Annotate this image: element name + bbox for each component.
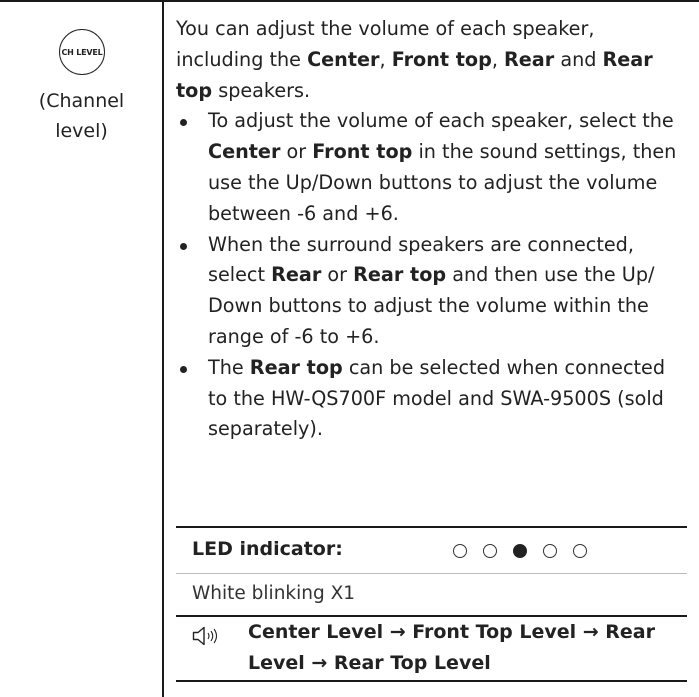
led-status-text: White blinking X1 <box>192 583 356 604</box>
bullet-list: To adjust the volume of each speaker, se… <box>176 106 686 445</box>
bullet-item: The Rear top can be selected when connec… <box>176 353 686 445</box>
bullet-bold: Front top <box>312 140 413 164</box>
bullet-bold: Center <box>208 140 281 164</box>
bullet-bold: Rear <box>271 263 322 287</box>
ch-level-button-icon: CH LEVEL <box>59 29 105 75</box>
bullet-dot-icon <box>180 242 187 250</box>
bullet-item: To adjust the volume of each speaker, se… <box>176 106 686 229</box>
led-sequence-row: Center Level → Front Top Level → Rear Le… <box>176 615 687 681</box>
function-column: CH LEVEL (Channel level) <box>0 0 163 697</box>
led-dot-icon <box>543 544 557 558</box>
bullet-text: The <box>208 355 250 379</box>
bullet-item: When the surround speakers are connected… <box>176 230 686 353</box>
function-caption: (Channel level) <box>0 86 163 146</box>
led-dot-icon <box>483 544 497 558</box>
led-dot-icon <box>453 544 467 558</box>
bullet-bold: Rear top <box>249 355 343 379</box>
bullet-dot-icon <box>180 365 187 373</box>
led-box-bottom-rule <box>176 680 687 682</box>
intro-text: , <box>379 47 392 71</box>
description: You can adjust the volume of each speake… <box>176 14 686 445</box>
led-indicator-row: LED indicator: <box>176 526 687 576</box>
intro-text: speakers. <box>212 78 311 102</box>
intro-bold-center: Center <box>307 47 380 71</box>
bullet-text: or <box>280 140 313 164</box>
led-row-divider <box>176 573 687 574</box>
bullet-dot-icon <box>180 119 187 127</box>
speaker-sound-icon <box>192 626 218 646</box>
led-indicator-label: LED indicator: <box>192 538 343 560</box>
led-indicator-box: LED indicator: White blinking X1 Center … <box>176 526 687 682</box>
led-dot-icon <box>513 544 527 558</box>
led-dots <box>453 544 603 558</box>
intro-paragraph: You can adjust the volume of each speake… <box>176 14 686 106</box>
intro-bold-rear: Rear <box>504 47 555 71</box>
intro-text: , <box>491 47 505 71</box>
channel-level-sequence: Center Level → Front Top Level → Rear Le… <box>248 621 655 674</box>
bullet-text: or <box>321 263 354 287</box>
bullet-text: To adjust the volume of each speaker, se… <box>208 109 674 133</box>
intro-bold-front-top: Front top <box>391 47 492 71</box>
intro-text: and <box>554 47 603 71</box>
caption-line-2: level) <box>55 120 108 142</box>
ch-level-icon-text: CH LEVEL <box>61 47 103 57</box>
bullet-bold: Rear top <box>353 263 447 287</box>
led-dot-icon <box>573 544 587 558</box>
caption-line-1: (Channel <box>38 90 125 112</box>
